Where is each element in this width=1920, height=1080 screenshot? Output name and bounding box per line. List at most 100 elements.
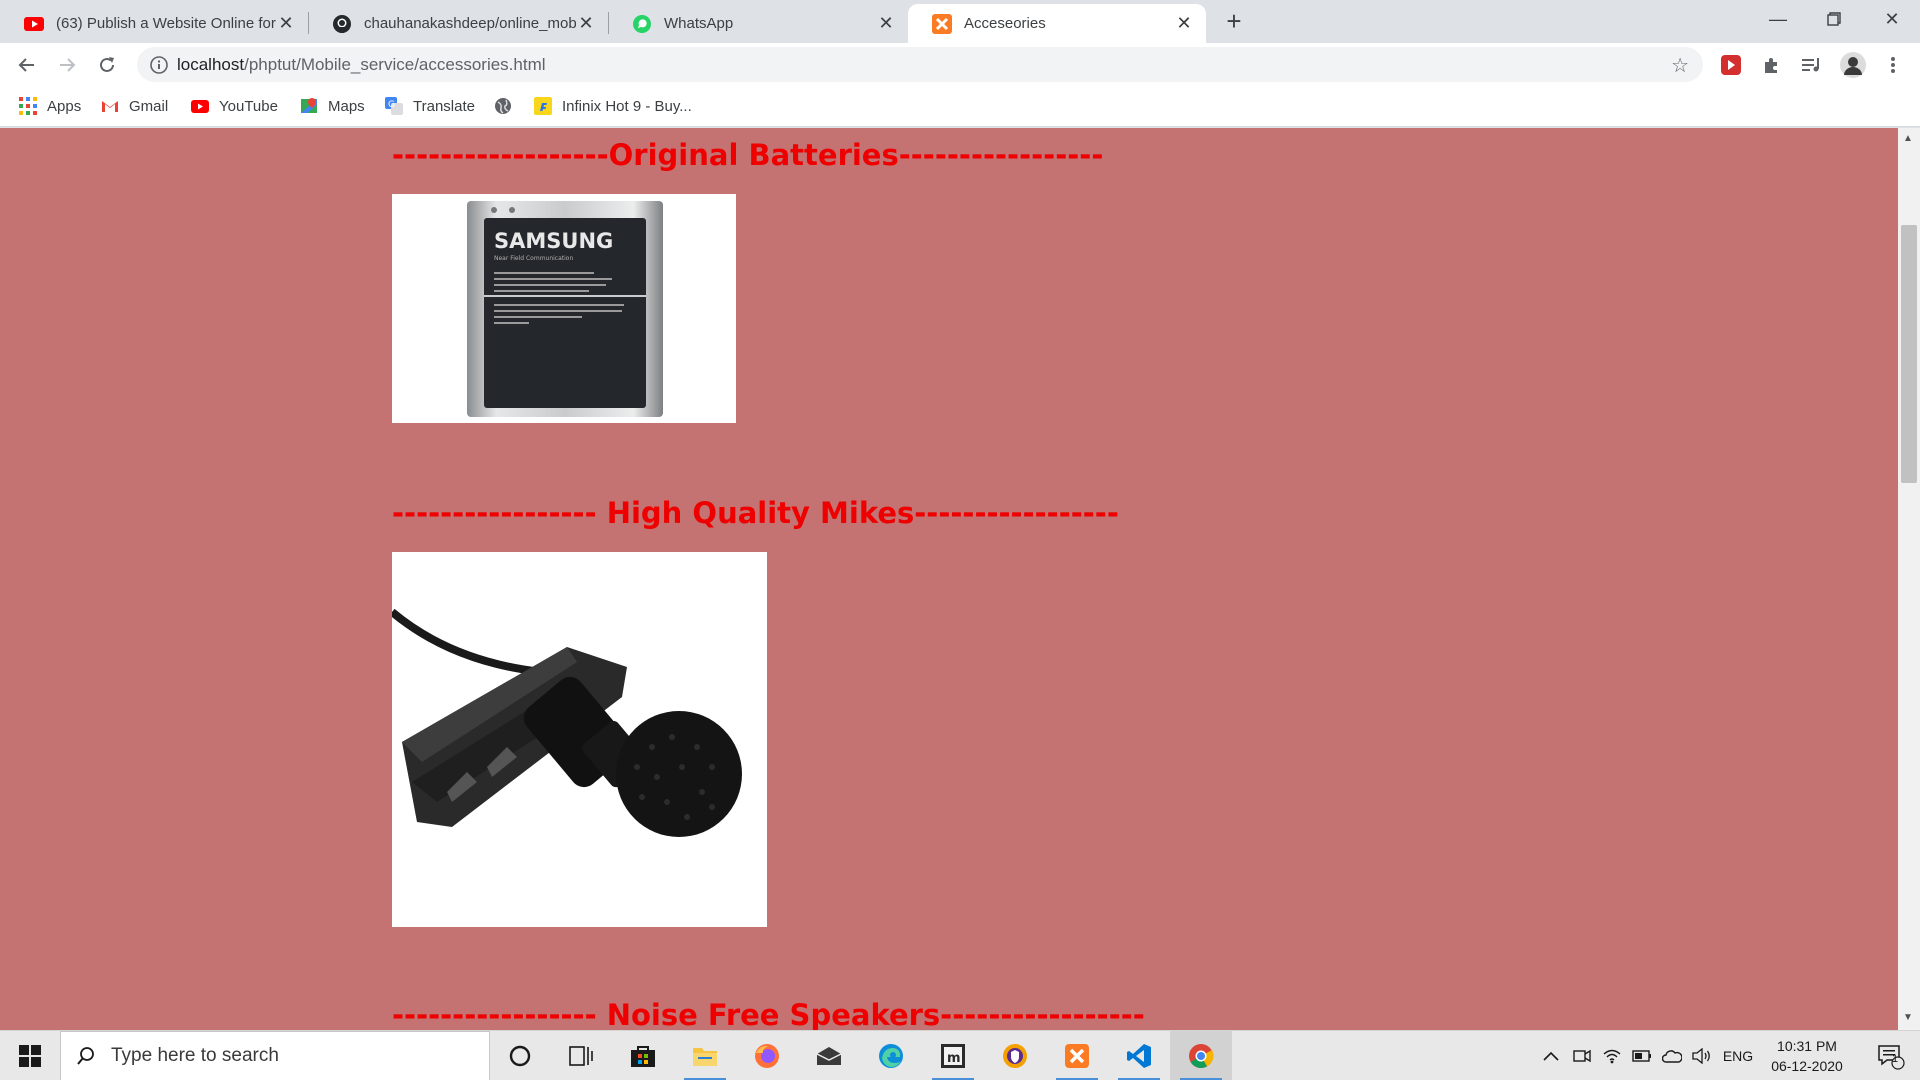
vscode-icon [1127, 1044, 1151, 1068]
cortana-circle-icon [509, 1045, 531, 1067]
notification-icon [1878, 1045, 1905, 1070]
task-view-button[interactable] [550, 1031, 612, 1080]
url-path: /phptut/Mobile_service/accessories.html [244, 55, 546, 74]
forward-button[interactable] [51, 49, 83, 81]
onedrive-cloud-icon[interactable] [1658, 1031, 1686, 1080]
close-tab-icon[interactable]: ✕ [576, 13, 596, 34]
extensions-puzzle-icon[interactable] [1759, 52, 1785, 78]
bookmark-label: Infinix Hot 9 - Buy... [562, 97, 692, 115]
back-button[interactable] [11, 49, 43, 81]
mail-envelope-icon [816, 1047, 842, 1065]
close-tab-icon[interactable]: ✕ [276, 13, 296, 34]
tab-title: (63) Publish a Website Online for [56, 15, 276, 32]
page-scrollbar[interactable]: ▲ ▼ [1898, 128, 1920, 1030]
system-clock[interactable]: 10:31 PM 06-12-2020 [1752, 1036, 1862, 1076]
tab-youtube[interactable]: (63) Publish a Website Online for ✕ [0, 4, 308, 43]
bookmark-translate[interactable]: G Translate [385, 94, 475, 118]
edge-icon [879, 1044, 903, 1068]
battery-image: SAMSUNG Near Field Communication [392, 194, 736, 423]
profile-avatar[interactable] [1838, 50, 1868, 80]
show-hidden-icons-chevron-icon[interactable] [1536, 1031, 1566, 1080]
bookmark-apps[interactable]: Apps [19, 94, 81, 118]
section-heading-batteries: ------------------Original Batteries----… [392, 138, 1104, 172]
reload-icon [100, 57, 114, 72]
bookmark-infinix[interactable]: Infinix Hot 9 - Buy... [534, 94, 692, 118]
browser-toolbar: localhost/phptut/Mobile_service/accessor… [0, 43, 1920, 86]
scroll-down-arrow-icon[interactable]: ▼ [1903, 1012, 1913, 1023]
task-view-icon [569, 1046, 593, 1066]
bookmark-label: Apps [47, 97, 82, 115]
microphone-image [389, 552, 767, 927]
tab-strip: (63) Publish a Website Online for ✕ chau… [0, 0, 1920, 43]
tab-accessories[interactable]: Acceseories ✕ [908, 4, 1206, 43]
firefox-icon [755, 1044, 779, 1068]
restore-button[interactable] [1806, 0, 1862, 38]
apps-grid-icon [19, 97, 37, 115]
volume-speaker-icon[interactable] [1688, 1031, 1716, 1080]
bookmark-youtube[interactable]: YouTube [191, 94, 278, 118]
reload-button[interactable] [91, 49, 123, 81]
bookmark-label: YouTube [219, 97, 278, 115]
chrome-icon [1189, 1044, 1214, 1069]
close-tab-icon[interactable]: ✕ [876, 13, 896, 34]
mail-button[interactable] [798, 1031, 860, 1080]
clock-date: 06-12-2020 [1771, 1058, 1843, 1074]
site-info-icon[interactable] [149, 55, 169, 75]
cortana-button[interactable] [489, 1031, 551, 1080]
bookmark-star-icon[interactable]: ☆ [1671, 53, 1689, 78]
meet-now-icon[interactable] [1568, 1031, 1596, 1080]
scroll-up-arrow-icon[interactable]: ▲ [1903, 133, 1913, 144]
bookmark-globe[interactable] [494, 94, 522, 118]
svg-text:m: m [947, 1051, 961, 1066]
back-arrow-icon [18, 58, 34, 72]
menu-kebab-icon[interactable] [1880, 52, 1906, 78]
new-tab-button[interactable]: + [1218, 6, 1250, 38]
close-tab-icon[interactable]: ✕ [1174, 13, 1194, 34]
folder-icon [693, 1048, 717, 1066]
battery-icon[interactable] [1628, 1031, 1656, 1080]
close-window-button[interactable]: ✕ [1864, 0, 1920, 38]
svg-text:G: G [388, 100, 395, 110]
forward-arrow-icon [60, 58, 76, 72]
whatsapp-icon [632, 14, 652, 34]
bookmark-maps[interactable]: Maps [300, 94, 365, 118]
app-m-button[interactable]: m [922, 1031, 984, 1080]
chrome-button[interactable] [1170, 1031, 1232, 1080]
youtube-icon [191, 97, 209, 115]
action-center-button[interactable]: 1 [1866, 1031, 1916, 1080]
maps-icon [300, 97, 318, 115]
github-icon [332, 14, 352, 34]
edge-button[interactable] [860, 1031, 922, 1080]
bookmark-gmail[interactable]: Gmail [101, 94, 168, 118]
shield-app-icon [1003, 1044, 1027, 1068]
bookmark-label: Translate [413, 97, 475, 115]
translate-icon: G [385, 97, 403, 115]
clock-time: 10:31 PM [1777, 1038, 1837, 1054]
minimize-button[interactable]: — [1750, 0, 1806, 38]
taskbar-search-box[interactable]: Type here to search [60, 1031, 490, 1080]
media-control-icon[interactable] [1799, 52, 1825, 78]
app-m-icon: m [941, 1044, 965, 1068]
file-explorer-button[interactable] [674, 1031, 736, 1080]
xampp-button[interactable] [1046, 1031, 1108, 1080]
wifi-icon[interactable] [1598, 1031, 1626, 1080]
battery-brand: SAMSUNG [494, 229, 613, 253]
firefox-button[interactable] [736, 1031, 798, 1080]
microsoft-store-button[interactable] [612, 1031, 674, 1080]
xampp-icon [932, 13, 952, 34]
flipkart-icon [534, 97, 552, 115]
section-heading-speakers: ----------------- Noise Free Speakers---… [392, 998, 1145, 1030]
tab-title: Acceseories [964, 15, 1046, 32]
tab-github[interactable]: chauhanakashdeep/online_mobil ✕ [308, 4, 608, 43]
vscode-button[interactable] [1108, 1031, 1170, 1080]
extension-red-icon[interactable] [1718, 52, 1744, 78]
app-shield-button[interactable] [984, 1031, 1046, 1080]
start-button[interactable] [0, 1031, 60, 1080]
tab-whatsapp[interactable]: WhatsApp ✕ [608, 4, 908, 43]
bookmark-label: Maps [328, 97, 365, 115]
scrollbar-thumb[interactable] [1901, 225, 1917, 483]
globe-icon [494, 97, 512, 115]
restore-icon [1827, 12, 1841, 26]
notification-count: 1 [1892, 1053, 1899, 1065]
address-bar[interactable]: localhost/phptut/Mobile_service/accessor… [137, 47, 1703, 82]
